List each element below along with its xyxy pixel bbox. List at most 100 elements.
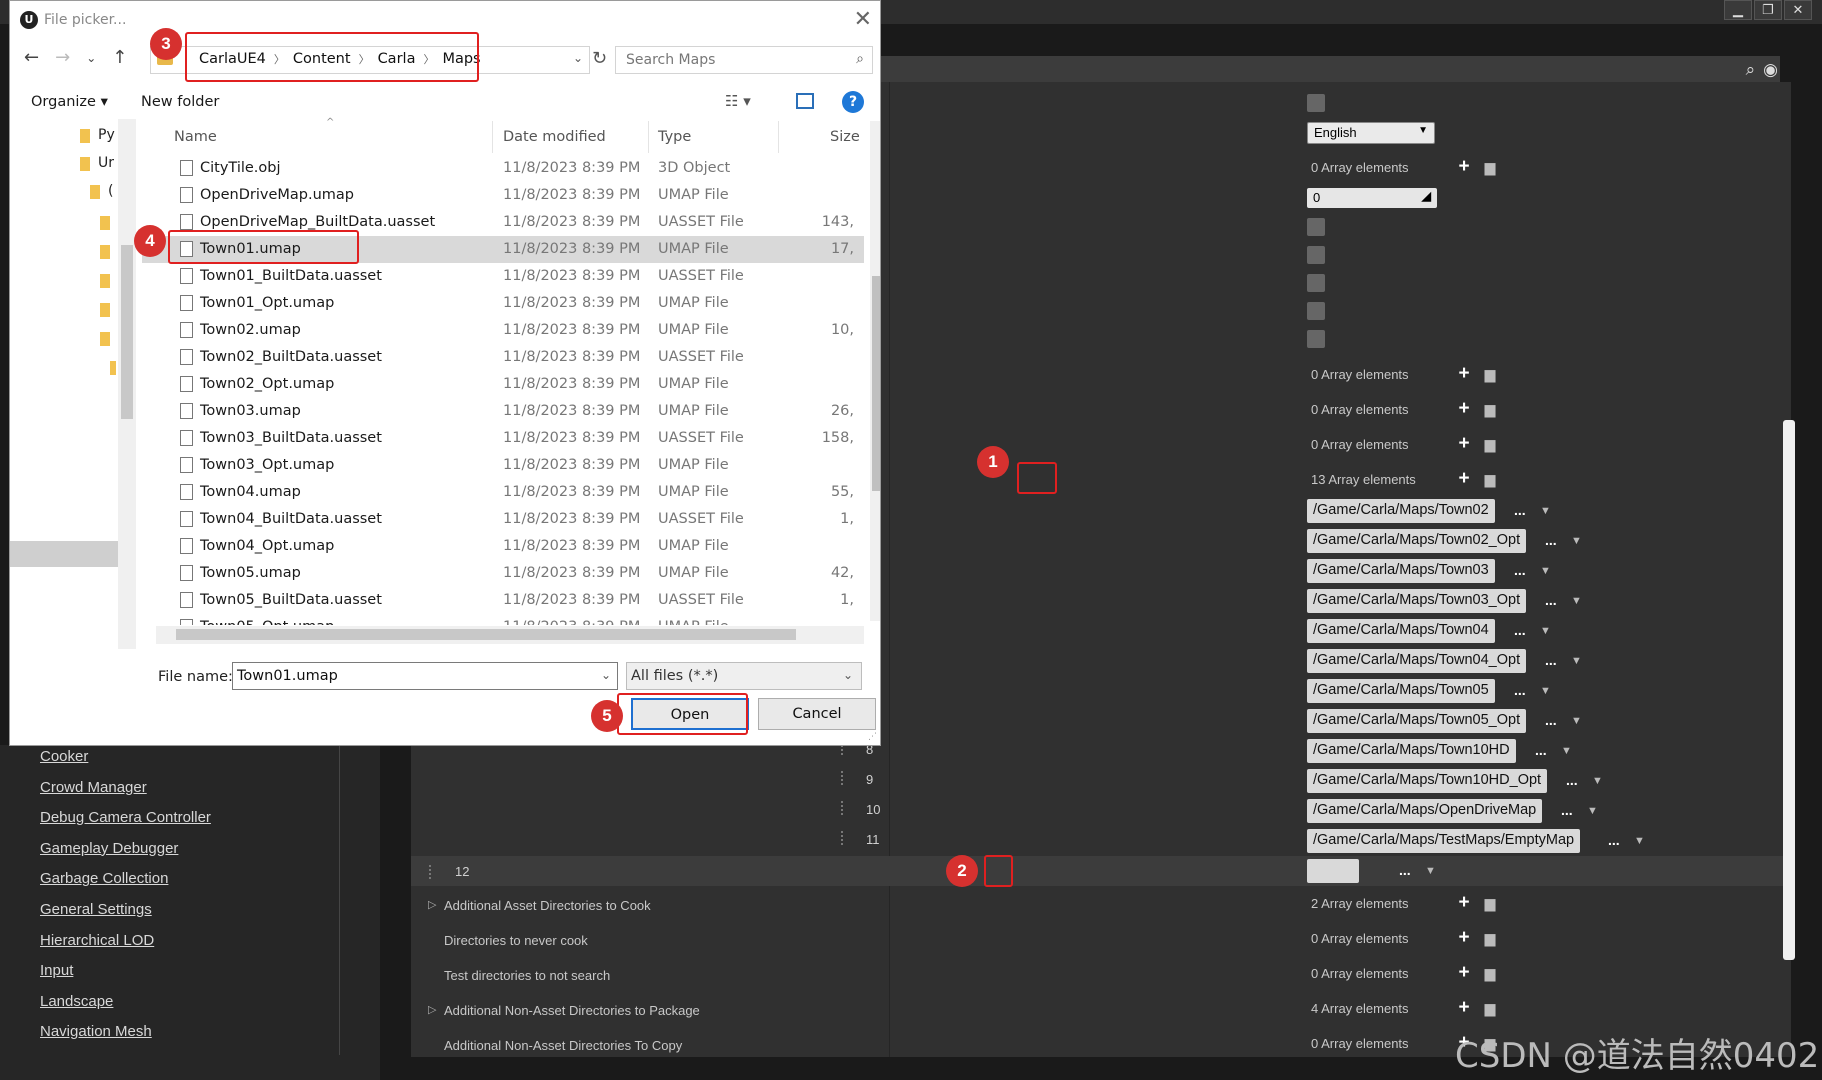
cancel-button[interactable]: Cancel: [758, 698, 876, 730]
map-path-value[interactable]: /Game/Carla/Maps/Town04: [1307, 619, 1495, 643]
add-element-icon[interactable]: +: [1451, 156, 1477, 178]
search-icon[interactable]: ⌕: [1746, 60, 1756, 80]
trash-icon[interactable]: ▆: [1477, 895, 1503, 912]
chevron-down-icon[interactable]: ▼: [1587, 805, 1598, 817]
help-icon[interactable]: ?: [842, 91, 864, 113]
chevron-down-icon[interactable]: ⌄: [601, 668, 611, 682]
browse-dots-icon[interactable]: ...: [1514, 502, 1526, 518]
map-path-value[interactable]: /Game/Carla/Maps/Town02: [1307, 499, 1495, 523]
search-input[interactable]: Search Maps ⌕: [615, 46, 873, 74]
trash-icon[interactable]: ▆: [1477, 401, 1503, 418]
expand-arrow-icon[interactable]: ▷: [428, 1003, 436, 1016]
file-type-select[interactable]: All files (*.*) ⌄: [626, 662, 862, 690]
property-checkbox[interactable]: [1307, 218, 1325, 236]
chevron-down-icon[interactable]: ▼: [1571, 715, 1582, 727]
add-element-icon[interactable]: +: [1451, 997, 1477, 1019]
trash-icon[interactable]: ▆: [1477, 930, 1503, 947]
chevron-down-icon[interactable]: ▼: [1561, 745, 1572, 757]
map-path-value[interactable]: /Game/Carla/Maps/Town10HD_Opt: [1307, 769, 1548, 793]
organize-button[interactable]: Organize ▾: [31, 94, 108, 110]
nav-item[interactable]: Ur: [98, 155, 114, 171]
browse-dots-icon[interactable]: ...: [1514, 682, 1526, 698]
close-icon[interactable]: ✕: [854, 7, 872, 32]
map-path-value[interactable]: /Game/Carla/Maps/Town04_Opt: [1307, 649, 1527, 673]
map-path-value[interactable]: /Game/Carla/Maps/Town05: [1307, 679, 1495, 703]
file-row[interactable]: Town03_Opt.umap 11/8/2023 8:39 PM UMAP Fil…: [142, 452, 864, 479]
property-checkbox[interactable]: [1307, 246, 1325, 264]
file-row[interactable]: Town02_Opt.umap 11/8/2023 8:39 PM UMAP Fil…: [142, 371, 864, 398]
column-type[interactable]: Type: [658, 129, 691, 145]
up-arrow-icon[interactable]: ↑: [112, 47, 127, 68]
settings-link[interactable]: Crowd Manager: [40, 776, 211, 807]
file-list-hscrollbar[interactable]: [156, 626, 864, 644]
trash-icon[interactable]: ▆: [1477, 366, 1503, 383]
browse-dots-icon[interactable]: ...: [1545, 712, 1557, 728]
file-list-scrollbar[interactable]: [870, 121, 880, 621]
browse-dots-icon[interactable]: ...: [1608, 832, 1620, 848]
map-path-value[interactable]: /Game/Carla/Maps/Town03: [1307, 559, 1495, 583]
drag-handle[interactable]: [841, 801, 845, 815]
trash-icon[interactable]: ▆: [1477, 436, 1503, 453]
chevron-down-icon[interactable]: ▼: [1540, 685, 1551, 697]
map-path-value[interactable]: /Game/Carla/Maps/OpenDriveMap: [1307, 799, 1543, 823]
navigation-scrollbar[interactable]: [118, 119, 136, 649]
eye-icon[interactable]: ◉: [1763, 60, 1778, 80]
trash-icon[interactable]: ▆: [1477, 965, 1503, 982]
trash-icon[interactable]: ▆: [1477, 1000, 1503, 1017]
add-map-element-icon[interactable]: +: [1451, 468, 1477, 490]
recent-dropdown-icon[interactable]: ⌄: [86, 51, 96, 68]
browse-dots-icon[interactable]: ...: [1561, 802, 1573, 818]
chevron-down-icon[interactable]: ▼: [1634, 835, 1645, 847]
file-row[interactable]: Town02_BuiltData.uasset 11/8/2023 8:39 PM…: [142, 344, 864, 371]
add-element-icon[interactable]: +: [1451, 962, 1477, 984]
expand-arrow-icon[interactable]: ▷: [428, 898, 436, 911]
scroll-thumb[interactable]: [121, 245, 133, 419]
browse-dots-icon[interactable]: ...: [1535, 742, 1547, 758]
file-row[interactable]: Town04_BuiltData.uasset 11/8/2023 8:39 PM…: [142, 506, 864, 533]
chevron-down-icon[interactable]: ⌄: [573, 51, 583, 65]
details-scrollbar[interactable]: [1783, 420, 1795, 960]
property-checkbox[interactable]: [1307, 302, 1325, 320]
settings-link[interactable]: Cooker: [40, 745, 211, 776]
chevron-down-icon[interactable]: ▼: [1592, 775, 1603, 787]
nav-item[interactable]: Py: [98, 127, 115, 143]
settings-link[interactable]: Hierarchical LOD: [40, 929, 211, 960]
reset-icon[interactable]: ◢: [1422, 189, 1431, 203]
map-path-value[interactable]: /Game/Carla/Maps/Town10HD: [1307, 739, 1516, 763]
map-path-value[interactable]: /Game/Carla/Maps/Town05_Opt: [1307, 709, 1527, 733]
settings-link[interactable]: Debug Camera Controller: [40, 806, 211, 837]
add-element-icon[interactable]: +: [1451, 363, 1477, 385]
trash-icon[interactable]: ▆: [1477, 471, 1503, 488]
file-row[interactable]: Town05_BuiltData.uasset 11/8/2023 8:39 PM…: [142, 587, 864, 614]
file-row[interactable]: Town05.umap 11/8/2023 8:39 PM UMAP File 42,: [142, 560, 864, 587]
add-element-icon[interactable]: +: [1451, 892, 1477, 914]
chevron-down-icon[interactable]: ▼: [1540, 505, 1551, 517]
trash-icon[interactable]: ▆: [1477, 159, 1503, 176]
map-path-value[interactable]: /Game/Carla/Maps/Town03_Opt: [1307, 589, 1527, 613]
settings-link[interactable]: General Settings: [40, 898, 211, 929]
browse-dots-icon[interactable]: ...: [1399, 862, 1411, 878]
restore-icon[interactable]: ❐: [1754, 0, 1782, 20]
preview-pane-icon[interactable]: [796, 93, 814, 109]
chevron-down-icon[interactable]: ▼: [1540, 625, 1551, 637]
drag-handle[interactable]: [841, 831, 845, 845]
file-row[interactable]: Town05_Opt.umap 11/8/2023 8:39 PM UMAP Fil…: [142, 614, 864, 625]
nav-selected-item[interactable]: [10, 541, 118, 567]
number-field[interactable]: 0 ◢: [1307, 188, 1437, 208]
resize-grip-icon[interactable]: ⋰: [868, 732, 877, 742]
file-row[interactable]: Town01_Opt.umap 11/8/2023 8:39 PM UMAP Fil…: [142, 290, 864, 317]
settings-link[interactable]: Input: [40, 959, 211, 990]
chevron-down-icon[interactable]: ▼: [1571, 655, 1582, 667]
browse-dots-icon[interactable]: ...: [1566, 772, 1578, 788]
property-checkbox[interactable]: [1307, 274, 1325, 292]
scroll-thumb[interactable]: [176, 629, 796, 640]
chevron-down-icon[interactable]: ▼: [1425, 865, 1436, 877]
file-row[interactable]: Town01_BuiltData.uasset 11/8/2023 8:39 PM…: [142, 263, 864, 290]
file-row[interactable]: Town04.umap 11/8/2023 8:39 PM UMAP File 55,: [142, 479, 864, 506]
column-size[interactable]: Size: [830, 129, 860, 145]
scroll-thumb[interactable]: [872, 276, 880, 491]
map-path-value[interactable]: /Game/Carla/Maps/Town02_Opt: [1307, 529, 1527, 553]
language-combo[interactable]: English ▼: [1307, 122, 1435, 144]
browse-dots-icon[interactable]: ...: [1545, 532, 1557, 548]
browse-dots-icon[interactable]: ...: [1545, 592, 1557, 608]
